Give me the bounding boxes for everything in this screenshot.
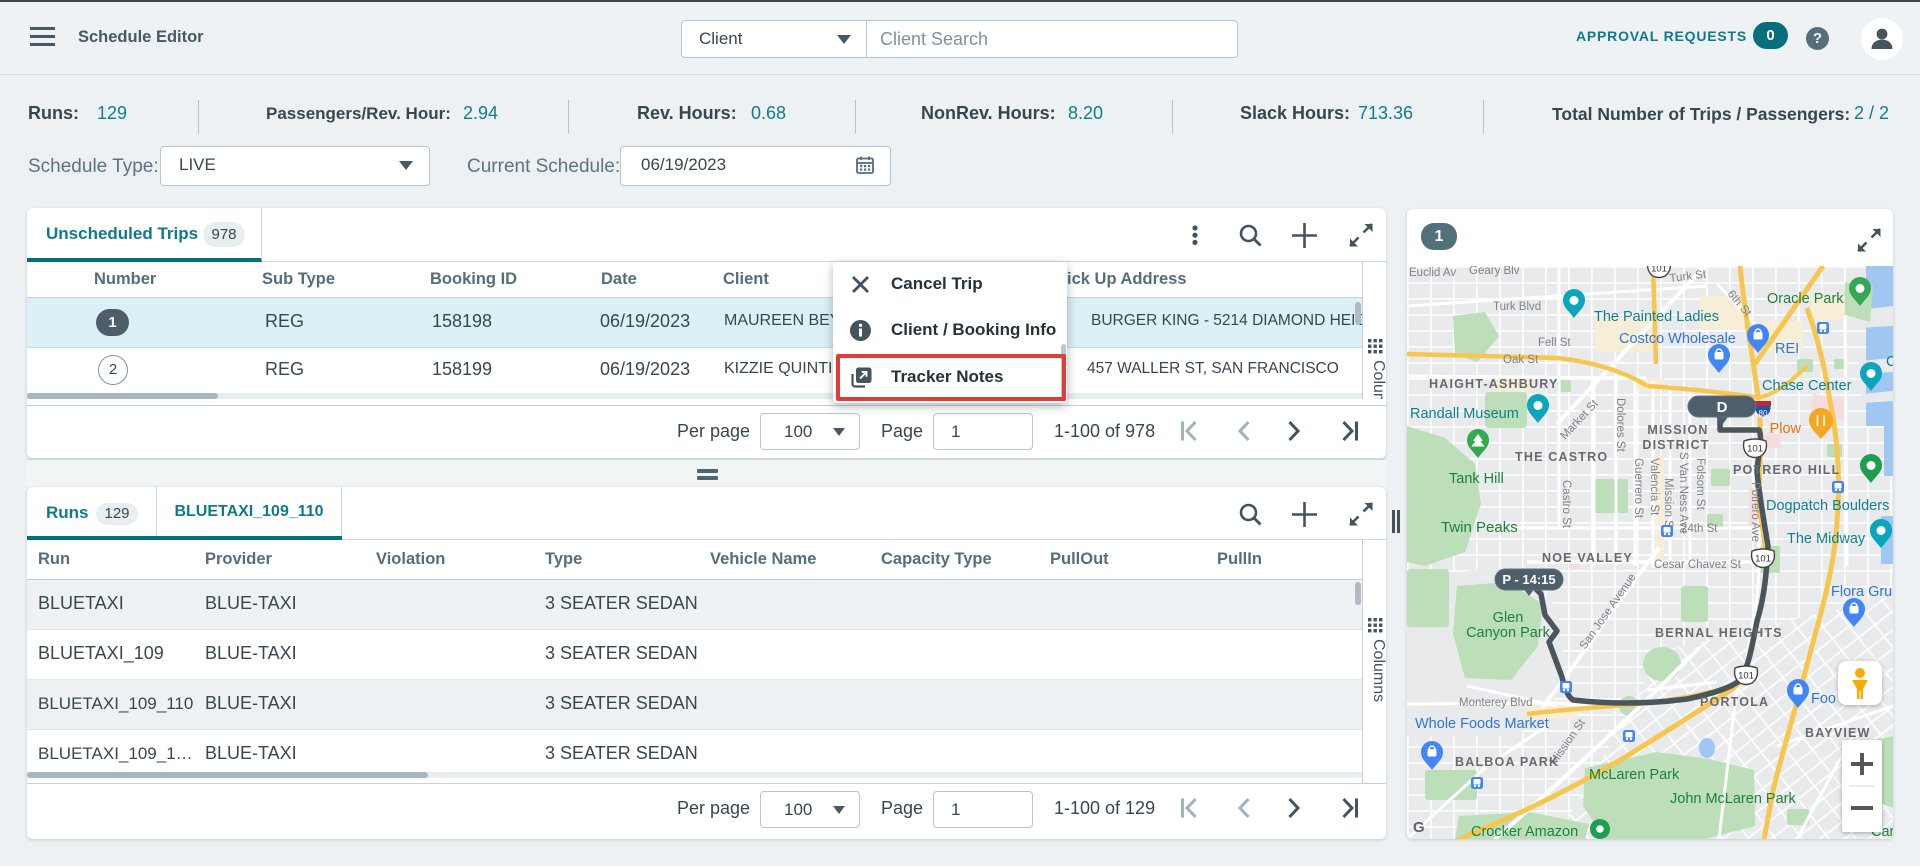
svg-text:Plow: Plow bbox=[1770, 421, 1802, 437]
svg-text:24th St: 24th St bbox=[1681, 523, 1718, 535]
svg-text:101: 101 bbox=[1755, 554, 1771, 565]
svg-text:Turk Blvd: Turk Blvd bbox=[1493, 301, 1541, 313]
svg-text:Monterey Blvd: Monterey Blvd bbox=[1459, 697, 1533, 709]
svg-text:Oracle Park: Oracle Park bbox=[1767, 291, 1844, 307]
svg-text:Dolores St: Dolores St bbox=[1614, 398, 1626, 452]
svg-text:Oak St: Oak St bbox=[1503, 354, 1539, 366]
svg-text:Valencia St: Valencia St bbox=[1648, 458, 1660, 516]
svg-text:Twin Peaks: Twin Peaks bbox=[1441, 519, 1518, 536]
svg-text:NOE VALLEY: NOE VALLEY bbox=[1542, 551, 1633, 565]
svg-text:Canyon Park: Canyon Park bbox=[1466, 625, 1551, 641]
svg-text:McLaren Park: McLaren Park bbox=[1589, 767, 1680, 783]
svg-text:P - 14:15: P - 14:15 bbox=[1502, 572, 1555, 587]
svg-text:Folsom St: Folsom St bbox=[1694, 458, 1706, 511]
svg-text:Castro St: Castro St bbox=[1560, 480, 1572, 529]
svg-text:D: D bbox=[1717, 399, 1728, 416]
svg-text:Cesar Chavez St: Cesar Chavez St bbox=[1654, 559, 1742, 571]
svg-text:The Painted Ladies: The Painted Ladies bbox=[1594, 309, 1719, 325]
svg-text:BAYVIEW: BAYVIEW bbox=[1805, 726, 1871, 740]
svg-text:BERNAL HEIGHTS: BERNAL HEIGHTS bbox=[1655, 626, 1783, 640]
svg-text:PORTOLA: PORTOLA bbox=[1700, 695, 1769, 709]
svg-text:101: 101 bbox=[1747, 444, 1763, 455]
svg-text:BALBOA PARK: BALBOA PARK bbox=[1455, 755, 1559, 769]
svg-text:Glen: Glen bbox=[1493, 610, 1524, 626]
svg-text:Whole Foods Market: Whole Foods Market bbox=[1415, 716, 1549, 732]
svg-text:Randall Museum: Randall Museum bbox=[1410, 406, 1519, 422]
svg-text:Fell St: Fell St bbox=[1538, 337, 1571, 349]
svg-text:John McLaren Park: John McLaren Park bbox=[1670, 791, 1796, 807]
svg-text:REI: REI bbox=[1775, 341, 1799, 357]
svg-text:POTRERO HILL: POTRERO HILL bbox=[1733, 463, 1840, 477]
svg-text:101: 101 bbox=[1651, 266, 1667, 275]
svg-text:Crocker Amazon: Crocker Amazon bbox=[1471, 824, 1578, 839]
svg-text:Tank Hill: Tank Hill bbox=[1449, 471, 1504, 487]
svg-text:S Van Ness Ave: S Van Ness Ave bbox=[1677, 452, 1689, 534]
svg-text:Chase Center: Chase Center bbox=[1762, 378, 1852, 394]
svg-text:Dogpatch Boulders: Dogpatch Boulders bbox=[1766, 498, 1889, 514]
svg-text:Euclid Av: Euclid Av bbox=[1409, 267, 1456, 279]
svg-text:The Midway: The Midway bbox=[1787, 531, 1866, 547]
svg-text:101: 101 bbox=[1738, 671, 1754, 682]
svg-text:C: C bbox=[1886, 354, 1893, 370]
svg-text:HAIGHT-ASHBURY: HAIGHT-ASHBURY bbox=[1429, 377, 1559, 391]
svg-text:Potrero Ave: Potrero Ave bbox=[1749, 482, 1761, 542]
svg-text:Guerrero St: Guerrero St bbox=[1632, 458, 1644, 519]
svg-text:Foo: Foo bbox=[1811, 691, 1836, 707]
svg-text:DISTRICT: DISTRICT bbox=[1642, 438, 1709, 452]
svg-text:MISSION: MISSION bbox=[1647, 423, 1708, 437]
svg-text:80: 80 bbox=[1759, 409, 1768, 418]
svg-text:Mission St: Mission St bbox=[1662, 478, 1674, 532]
svg-text:Geary Blv: Geary Blv bbox=[1469, 266, 1520, 277]
svg-text:Flora Gru: Flora Gru bbox=[1831, 584, 1892, 600]
svg-text:THE CASTRO: THE CASTRO bbox=[1515, 450, 1608, 464]
